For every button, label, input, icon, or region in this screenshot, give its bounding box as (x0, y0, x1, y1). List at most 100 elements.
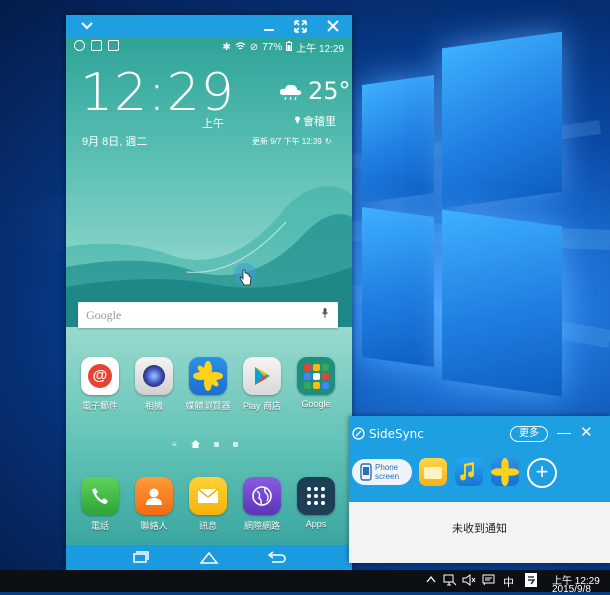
apps-grid-icon (297, 477, 335, 515)
app-label: Play 商店 (242, 401, 281, 411)
location-pin-icon (294, 115, 301, 127)
flower-icon (189, 357, 227, 395)
windows-logo-pane (362, 74, 434, 204)
phone-screen-window: ✱ ⊘ 77% 上午 12:29 12:29 上午 9月 8日, 週二 25° (66, 15, 352, 570)
gallery-flower-icon[interactable] (491, 458, 519, 486)
app-label: 聯絡人 (140, 521, 168, 531)
play-store-icon (243, 357, 281, 395)
page-dot[interactable] (213, 441, 219, 447)
phone-icon (81, 477, 119, 515)
phone-screen-label-line1: Phone (375, 463, 399, 472)
mic-icon[interactable] (322, 308, 328, 318)
app-messages[interactable]: 訊息 (178, 477, 238, 532)
lockscreen-clock: 12:29 (80, 63, 235, 123)
app-label: 網際網路 (243, 521, 280, 531)
location-label: 會稽里 (303, 116, 336, 128)
more-button[interactable]: 更多 (510, 426, 548, 442)
sidesync-title: SideSync (369, 427, 424, 441)
app-media-browser[interactable]: 媒體瀏覽器 (178, 357, 238, 412)
envelope-icon (189, 477, 227, 515)
google-search-bar[interactable]: Google (78, 302, 338, 328)
search-placeholder: Google (86, 308, 122, 322)
status-time: 上午 12:29 (296, 44, 344, 55)
app-label: Google (301, 399, 331, 409)
smartphone-icon (360, 463, 372, 481)
app-label: 電話 (90, 521, 109, 531)
app-google-folder[interactable]: Google (286, 357, 346, 409)
google-folder-icon (297, 357, 335, 395)
app-label: 媒體瀏覽器 (185, 401, 231, 411)
sidesync-header[interactable]: SideSync 更多 — ✕ Phone screen + (349, 416, 610, 502)
phone-nav-bar (66, 545, 352, 570)
taskbar-date[interactable]: 2015/9/8 (552, 584, 591, 595)
app-drawer[interactable]: Apps (286, 477, 346, 529)
fullscreen-button[interactable] (285, 15, 315, 37)
app-email[interactable]: @ 電子郵件 (70, 357, 130, 412)
notification-icon (108, 40, 119, 51)
app-label: Apps (305, 519, 327, 529)
input-method-indicator[interactable]: 中 (503, 574, 514, 590)
app-play-store[interactable]: Play 商店 (232, 357, 292, 412)
email-icon: @ (81, 357, 119, 395)
lockscreen-ampm: 上午 (202, 118, 224, 130)
action-center-icon[interactable] (482, 574, 495, 589)
sidesync-window: SideSync 更多 — ✕ Phone screen + 未收到通知 (349, 416, 610, 563)
home-page-icon[interactable] (190, 435, 200, 453)
bluetooth-icon: ✱ (222, 42, 231, 53)
contacts-icon (135, 477, 173, 515)
phone-screen-label: Phone screen (375, 463, 399, 481)
collapse-chevron-icon[interactable] (72, 15, 102, 37)
page-dot[interactable] (232, 441, 238, 447)
sync-icon (74, 40, 85, 51)
back-button-icon[interactable] (265, 549, 289, 565)
app-label: 電子郵件 (81, 401, 118, 411)
cloud-rain-icon (279, 84, 302, 101)
volume-muted-icon[interactable] (462, 574, 476, 589)
app-phone[interactable]: 電話 (70, 477, 130, 532)
close-button[interactable] (318, 15, 348, 37)
phone-screen-button[interactable]: Phone screen (352, 459, 412, 485)
phone-window-titlebar[interactable] (66, 15, 352, 37)
add-shortcut-button[interactable]: + (527, 458, 557, 488)
keyboard-icon[interactable] (525, 573, 537, 590)
phone-screen-label-line2: screen (375, 472, 400, 481)
sidesync-close-button[interactable]: ✕ (580, 423, 593, 441)
weather-temperature: 25° (308, 77, 351, 105)
update-label: 更新 9/7 下午 12:39 (252, 137, 322, 146)
app-internet[interactable]: 網際網路 (232, 477, 292, 532)
globe-icon (243, 477, 281, 515)
weather-update: 更新 9/7 下午 12:39 ↻ (252, 136, 332, 147)
minimize-button[interactable] (254, 15, 284, 37)
page-indicator: ≡ (172, 435, 238, 453)
sidesync-minimize-button[interactable]: — (557, 424, 571, 440)
empty-notifications-message: 未收到通知 (452, 523, 507, 535)
music-icon[interactable] (455, 458, 483, 486)
battery-percent: 77% (262, 42, 283, 53)
notification-area: 未收到通知 (349, 502, 610, 563)
weather-location: 會稽里 (294, 113, 336, 129)
refresh-icon[interactable]: ↻ (325, 137, 332, 146)
app-camera[interactable]: 相機 (124, 357, 184, 412)
sidesync-logo-icon (352, 427, 365, 440)
windows-logo-pane (442, 31, 562, 209)
app-label: 訊息 (198, 521, 217, 531)
windows-taskbar: 中 上午 12:29 2015/9/8 (0, 570, 610, 595)
mute-icon: ⊘ (249, 42, 259, 53)
wifi-icon (235, 41, 246, 54)
recent-apps-icon[interactable] (128, 549, 152, 565)
windows-logo-pane (442, 209, 562, 397)
home-button-icon[interactable] (197, 549, 221, 565)
cursor-pointer (234, 263, 256, 286)
menu-lines-icon[interactable]: ≡ (172, 440, 177, 449)
phone-lockscreen[interactable]: ✱ ⊘ 77% 上午 12:29 12:29 上午 9月 8日, 週二 25° (66, 37, 352, 545)
show-hidden-icons-chevron-icon[interactable] (426, 574, 436, 586)
windows-logo-pane (362, 206, 434, 368)
lockscreen-date: 9月 8日, 週二 (82, 136, 148, 148)
camera-icon (135, 357, 173, 395)
app-contacts[interactable]: 聯絡人 (124, 477, 184, 532)
network-icon[interactable] (443, 574, 457, 589)
folder-icon[interactable] (419, 458, 447, 486)
battery-icon (286, 41, 293, 54)
phone-status-bar: ✱ ⊘ 77% 上午 12:29 (66, 37, 352, 55)
gallery-icon (91, 40, 102, 51)
